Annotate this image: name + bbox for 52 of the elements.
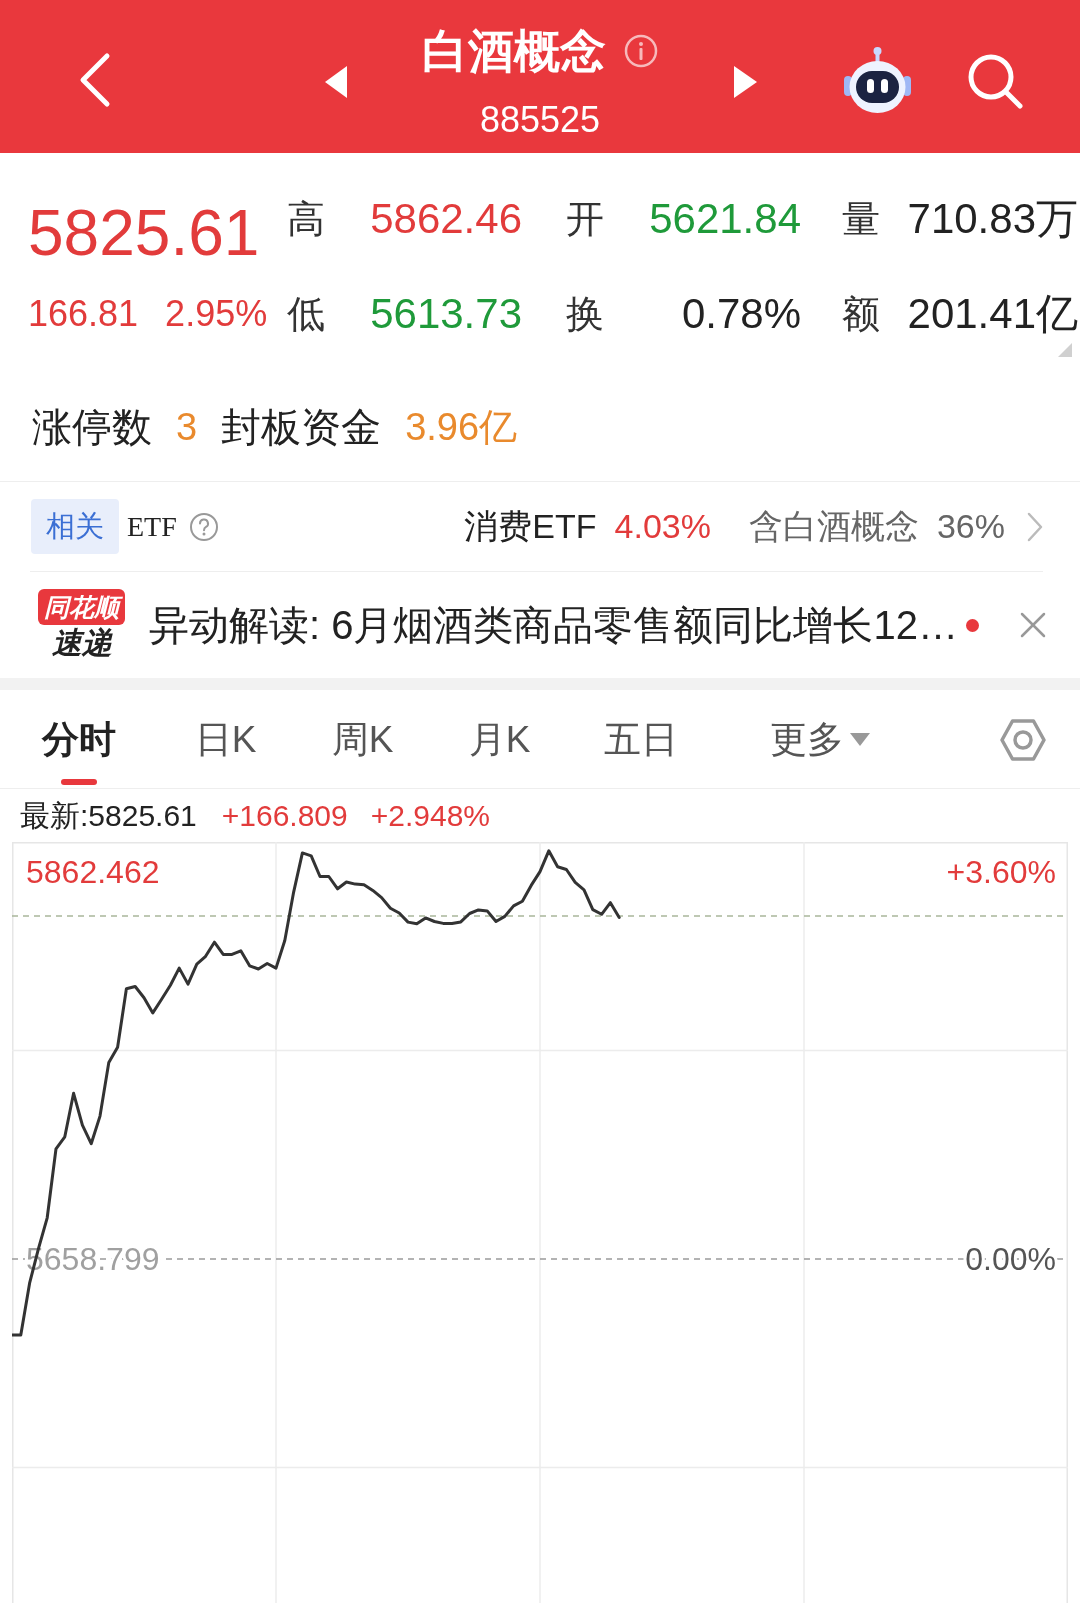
stat-value: 3.96亿 bbox=[405, 406, 518, 447]
triangle-left-icon[interactable] bbox=[325, 66, 347, 98]
stat-label: 额 bbox=[842, 295, 880, 333]
brand-tag: 同花顺 bbox=[38, 589, 125, 625]
axis-label: 0.00% bbox=[965, 1241, 1056, 1278]
chart-tab[interactable]: 日K bbox=[194, 718, 257, 785]
info-icon[interactable] bbox=[624, 34, 658, 68]
chart-tab[interactable]: 月K bbox=[468, 718, 531, 785]
stat-value: 5862.46 bbox=[370, 198, 522, 240]
related-tag: 相关 bbox=[31, 499, 119, 554]
stat-label: 高 bbox=[287, 200, 325, 238]
stat-label: 低 bbox=[287, 295, 325, 333]
stock-code: 885525 bbox=[479, 100, 601, 140]
stat-label: 开 bbox=[566, 200, 604, 238]
corner-triangle-icon bbox=[1058, 343, 1072, 357]
brand-subtitle: 速递 bbox=[51, 625, 112, 661]
stat-label: 封板资金 bbox=[221, 406, 382, 447]
etf-name: 消费ETF bbox=[464, 506, 597, 547]
price-change: 166.81 bbox=[28, 293, 139, 334]
help-icon[interactable] bbox=[188, 511, 219, 542]
stat-label: 涨停数 bbox=[32, 406, 152, 447]
holding-label: 含白酒概念 bbox=[748, 506, 919, 547]
stat-value: 3 bbox=[176, 406, 198, 447]
axis-label: +3.60% bbox=[946, 854, 1056, 890]
stat-value: 0.78% bbox=[681, 293, 801, 335]
news-headline[interactable]: 异动解读: 6月烟酒类商品零售额同比增长12… bbox=[149, 595, 958, 655]
stat-value: 5613.73 bbox=[370, 293, 522, 335]
robot-icon[interactable] bbox=[842, 46, 913, 115]
percent-change: 2.95% bbox=[165, 293, 268, 334]
close-icon[interactable] bbox=[1020, 612, 1046, 638]
etf-change: 4.03% bbox=[614, 506, 711, 547]
search-icon[interactable] bbox=[966, 52, 1024, 110]
chart-tab[interactable]: 周K bbox=[331, 718, 394, 785]
triangle-right-icon[interactable] bbox=[734, 66, 757, 98]
holding-percent: 36% bbox=[936, 506, 1005, 547]
stat-value: 5621.84 bbox=[649, 198, 801, 240]
latest-price: 最新:5825.61 bbox=[20, 798, 197, 834]
axis-label: 5862.462 bbox=[26, 854, 160, 890]
percent-change: +2.948% bbox=[370, 798, 491, 834]
caret-down-icon bbox=[849, 733, 870, 747]
chart-tab[interactable]: 更多 bbox=[769, 718, 870, 785]
page-title: 白酒概念 bbox=[422, 24, 606, 78]
chart-tab[interactable]: 五日 bbox=[604, 718, 678, 785]
chart-tab[interactable]: 分时 bbox=[41, 718, 116, 785]
stat-label: 换 bbox=[566, 295, 604, 333]
price-change: +166.809 bbox=[221, 798, 348, 834]
stat-value: 201.41亿 bbox=[907, 293, 1078, 335]
settings-icon[interactable] bbox=[999, 716, 1047, 764]
etf-label: ETF bbox=[127, 509, 177, 544]
stat-value: 710.83万 bbox=[907, 198, 1078, 240]
stat-label: 量 bbox=[842, 200, 880, 238]
index-price: 5825.61 bbox=[28, 201, 261, 265]
